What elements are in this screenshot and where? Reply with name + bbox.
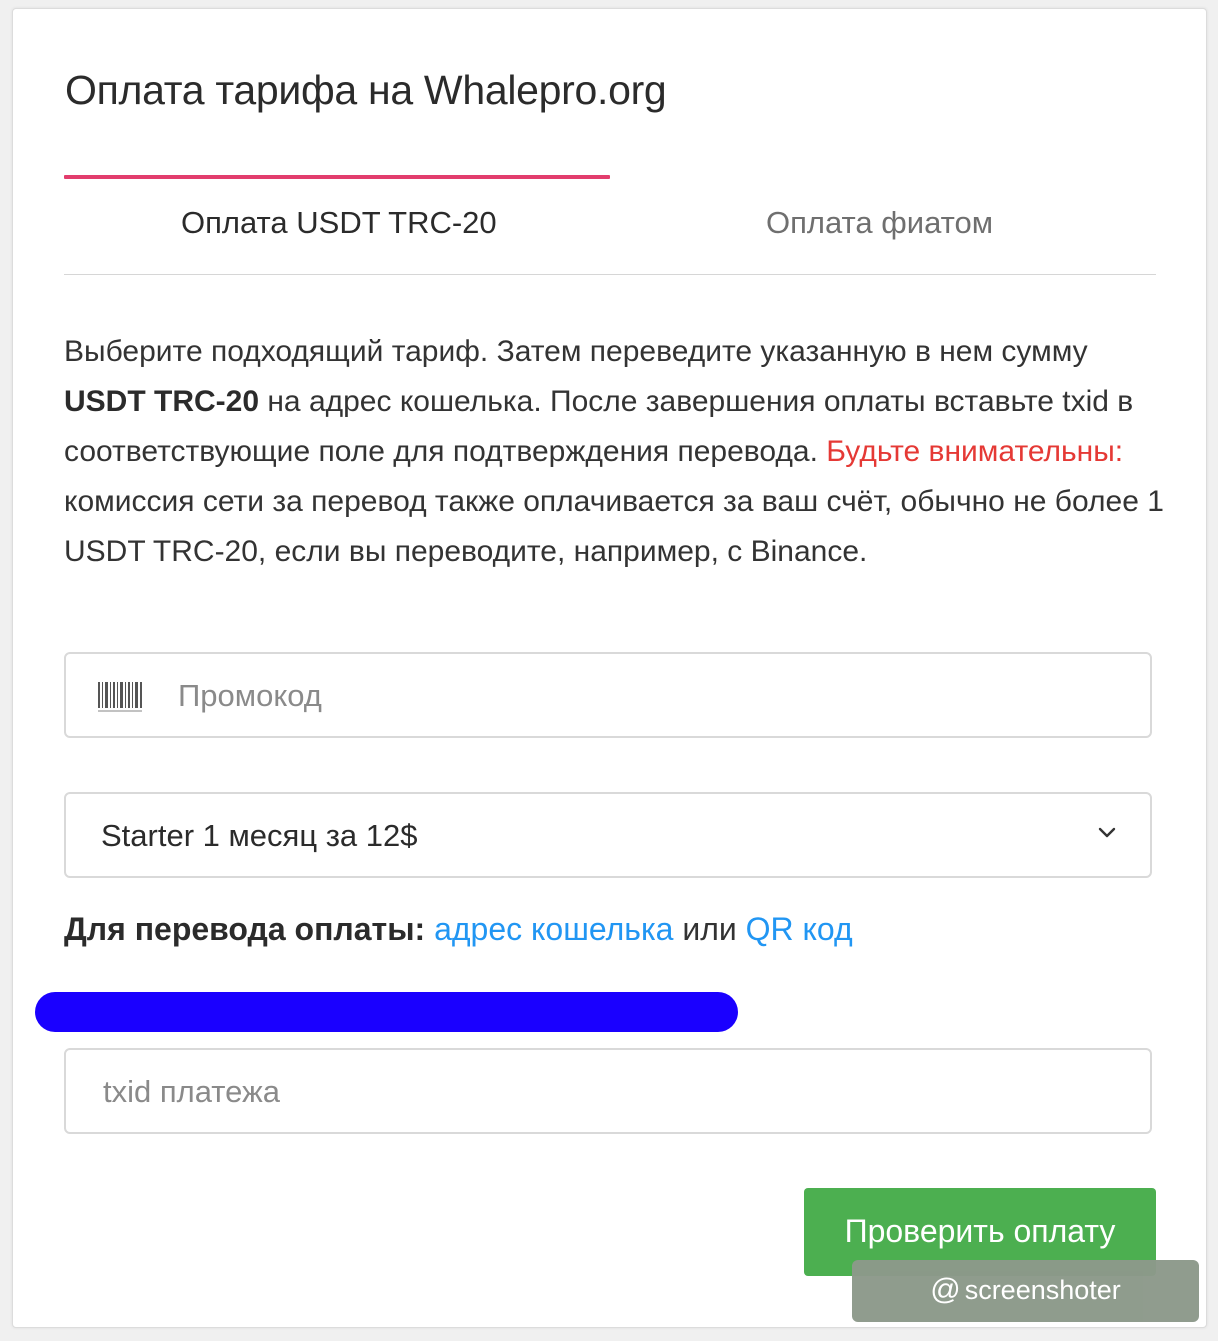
promo-input[interactable] <box>176 654 1140 738</box>
tabs-divider <box>64 274 1156 275</box>
chevron-down-icon <box>1098 827 1116 838</box>
payment-instructions: Выберите подходящий тариф. Затем перевед… <box>64 327 1164 577</box>
promo-field[interactable] <box>64 652 1152 738</box>
qr-code-link[interactable]: QR код <box>746 911 853 947</box>
screenshoter-watermark: @ screenshoter <box>852 1260 1199 1322</box>
barcode-icon <box>98 682 142 712</box>
instructions-warning: Будьте внимательны: <box>826 435 1124 468</box>
tab-fiat[interactable]: Оплата фиатом <box>766 205 993 249</box>
wallet-address-link[interactable]: адрес кошелька <box>434 911 673 947</box>
transfer-label: Для перевода оплаты: <box>64 911 426 947</box>
txid-field[interactable] <box>64 1048 1152 1134</box>
watermark-text: screenshoter <box>964 1275 1121 1305</box>
instructions-text-3: комиссия сети за перевод также оплачивае… <box>64 485 1164 568</box>
instructions-currency: USDT TRC-20 <box>64 385 260 418</box>
at-icon: @ <box>930 1273 961 1306</box>
active-tab-indicator <box>64 175 610 179</box>
txid-input[interactable] <box>101 1050 1135 1134</box>
instructions-text-1: Выберите подходящий тариф. Затем перевед… <box>64 335 1088 368</box>
payment-card: Оплата тарифа на Whalepro.org Оплата USD… <box>12 8 1207 1328</box>
redacted-wallet-address <box>35 992 738 1032</box>
tariff-selected-value: Starter 1 месяц за 12$ <box>101 818 418 853</box>
transfer-or-text: или <box>682 911 737 947</box>
transfer-info: Для перевода оплаты: адрес кошелька или … <box>64 911 853 948</box>
tariff-select[interactable]: Starter 1 месяц за 12$ <box>64 792 1152 878</box>
page-title: Оплата тарифа на Whalepro.org <box>65 67 667 113</box>
tab-usdt-trc20[interactable]: Оплата USDT TRC-20 <box>181 205 497 249</box>
